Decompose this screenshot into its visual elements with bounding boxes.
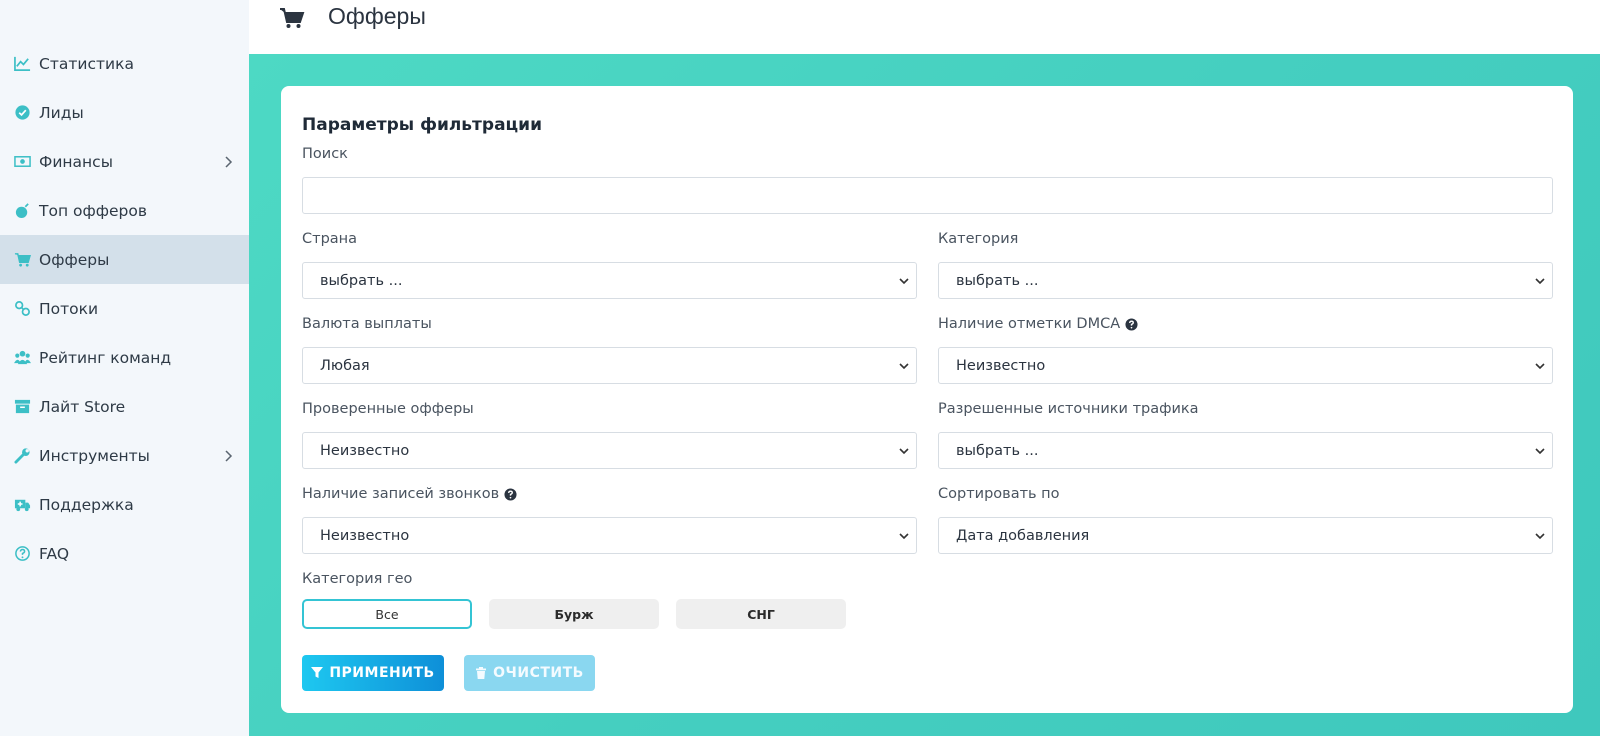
chevron-down-icon (898, 445, 910, 457)
sidebar-item-label: Лиды (39, 103, 84, 122)
sidebar-item-label: Потоки (39, 299, 99, 318)
traffic-select-value: выбрать ... (956, 442, 1039, 459)
sidebar: Статистика Лиды Финансы Топ офферов Оффе… (0, 0, 249, 736)
wrench-icon (12, 446, 32, 466)
filter-icon (311, 667, 324, 678)
category-label: Категория (938, 231, 1019, 247)
country-select[interactable]: выбрать ... (302, 262, 917, 299)
country-label: Страна (302, 231, 358, 247)
geo-option-all[interactable]: Все (302, 599, 472, 629)
sidebar-item-lite-store[interactable]: Лайт Store (0, 382, 249, 431)
chevron-down-icon (1534, 530, 1546, 542)
archive-icon (12, 397, 32, 417)
sidebar-item-label: Поддержка (39, 495, 134, 514)
sidebar-item-top-offers[interactable]: Топ офферов (0, 186, 249, 235)
cart-icon (12, 250, 32, 270)
apply-button-label: ПРИМЕНИТЬ (329, 665, 435, 681)
dmca-select-value: Неизвестно (956, 357, 1046, 374)
sidebar-item-streams[interactable]: Потоки (0, 284, 249, 333)
category-select[interactable]: выбрать ... (938, 262, 1553, 299)
sort-select[interactable]: Дата добавления (938, 517, 1553, 554)
search-label: Поиск (302, 146, 348, 162)
sidebar-item-finance[interactable]: Финансы (0, 137, 249, 186)
sidebar-item-team-rating[interactable]: Рейтинг команд (0, 333, 249, 382)
chevron-right-icon[interactable] (223, 155, 235, 168)
geo-option-burzh[interactable]: Бурж (489, 599, 659, 629)
dmca-label-text: Наличие отметки DMCA (938, 316, 1121, 332)
sidebar-item-tools[interactable]: Инструменты (0, 431, 249, 480)
geo-label: Категория гео (302, 571, 413, 587)
category-select-value: выбрать ... (956, 272, 1039, 289)
sidebar-item-label: Финансы (39, 152, 113, 171)
chevron-down-icon (1534, 275, 1546, 287)
sidebar-item-label: Лайт Store (39, 397, 126, 416)
page-title: Офферы (328, 3, 426, 29)
sidebar-item-label: Рейтинг команд (39, 348, 172, 367)
chart-line-icon (12, 54, 32, 74)
sidebar-item-label: Инструменты (39, 446, 150, 465)
search-input[interactable] (302, 177, 1553, 214)
clear-button-label: ОЧИСТИТЬ (493, 665, 584, 681)
verified-select-value: Неизвестно (320, 442, 410, 459)
apply-button[interactable]: ПРИМЕНИТЬ (302, 655, 444, 691)
chevron-right-icon[interactable] (223, 449, 235, 462)
chevron-down-icon (898, 360, 910, 372)
question-circle-icon[interactable] (1125, 317, 1138, 331)
currency-label: Валюта выплаты (302, 316, 432, 332)
calls-label: Наличие записей звонков (302, 486, 517, 502)
question-circle-icon[interactable] (504, 487, 517, 501)
sidebar-item-leads[interactable]: Лиды (0, 88, 249, 137)
filter-card: Параметры фильтрации Поиск Страна выбрат… (281, 86, 1573, 713)
chevron-down-icon (1534, 445, 1546, 457)
traffic-label: Разрешенные источники трафика (938, 401, 1199, 417)
sidebar-item-support[interactable]: Поддержка (0, 480, 249, 529)
sidebar-item-label: Топ офферов (39, 201, 147, 220)
geo-option-cis[interactable]: СНГ (676, 599, 846, 629)
country-select-value: выбрать ... (320, 272, 403, 289)
sort-label: Сортировать по (938, 486, 1060, 502)
chevron-down-icon (898, 275, 910, 287)
page-header: Офферы (249, 0, 1600, 54)
traffic-select[interactable]: выбрать ... (938, 432, 1553, 469)
sidebar-item-label: FAQ (39, 544, 70, 563)
dmca-label: Наличие отметки DMCA (938, 316, 1138, 332)
chevron-down-icon (898, 530, 910, 542)
clear-button[interactable]: ОЧИСТИТЬ (464, 655, 595, 691)
users-icon (12, 348, 32, 368)
trash-icon (476, 667, 487, 679)
sort-select-value: Дата добавления (956, 527, 1090, 544)
money-icon (12, 152, 32, 172)
ambulance-icon (12, 495, 32, 515)
sidebar-item-faq[interactable]: FAQ (0, 529, 249, 578)
link-icon (12, 299, 32, 319)
sidebar-item-label: Офферы (39, 250, 110, 269)
calls-select[interactable]: Неизвестно (302, 517, 917, 554)
sidebar-item-label: Статистика (39, 54, 134, 73)
calls-select-value: Неизвестно (320, 527, 410, 544)
check-circle-icon (12, 103, 32, 123)
cart-icon (279, 7, 305, 29)
dmca-select[interactable]: Неизвестно (938, 347, 1553, 384)
bomb-icon (12, 201, 32, 221)
sidebar-item-statistics[interactable]: Статистика (0, 39, 249, 88)
verified-select[interactable]: Неизвестно (302, 432, 917, 469)
currency-select[interactable]: Любая (302, 347, 917, 384)
filter-title: Параметры фильтрации (302, 115, 542, 135)
calls-label-text: Наличие записей звонков (302, 486, 500, 502)
verified-label: Проверенные офферы (302, 401, 474, 417)
question-circle-icon (12, 544, 32, 564)
currency-select-value: Любая (320, 357, 370, 374)
sidebar-item-offers[interactable]: Офферы (0, 235, 249, 284)
chevron-down-icon (1534, 360, 1546, 372)
